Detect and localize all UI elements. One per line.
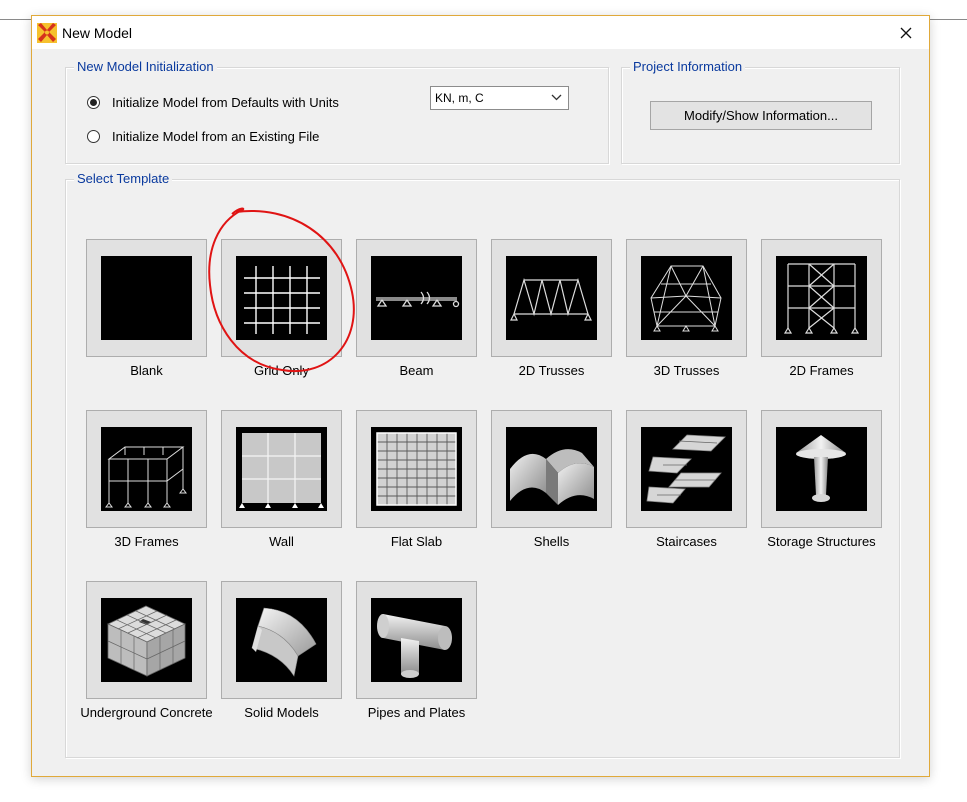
template-shells[interactable]: Shells xyxy=(491,410,612,581)
template-label: 2D Frames xyxy=(789,363,854,378)
template-label: Solid Models xyxy=(244,705,319,720)
units-dropdown[interactable]: KN, m, C xyxy=(430,86,569,110)
radio-label-existing: Initialize Model from an Existing File xyxy=(112,129,320,144)
template-button-staircases[interactable] xyxy=(626,410,747,528)
template-label: Wall xyxy=(269,534,294,549)
radio-button-existing[interactable] xyxy=(87,130,100,143)
template-label: Staircases xyxy=(656,534,717,549)
close-icon xyxy=(900,27,912,38)
units-dropdown-value: KN, m, C xyxy=(435,91,484,105)
template-staircases[interactable]: Staircases xyxy=(626,410,747,581)
group-legend-project: Project Information xyxy=(630,59,746,74)
template-button-storage-structures[interactable] xyxy=(761,410,882,528)
template-underground-concrete[interactable]: Underground Concrete xyxy=(80,581,213,752)
template-pipes-and-plates[interactable]: Pipes and Plates xyxy=(356,581,477,752)
template-flat-slab[interactable]: Flat Slab xyxy=(356,410,477,581)
radio-initialize-from-defaults[interactable]: Initialize Model from Defaults with Unit… xyxy=(87,95,339,110)
template-label: Pipes and Plates xyxy=(367,705,466,720)
template-button-pipes-and-plates[interactable] xyxy=(356,581,477,699)
blank-icon xyxy=(101,256,192,340)
radio-label-defaults: Initialize Model from Defaults with Unit… xyxy=(112,95,339,110)
modify-show-information-button[interactable]: Modify/Show Information... xyxy=(650,101,872,130)
beam-icon xyxy=(376,291,460,308)
3d-frames-icon xyxy=(105,446,187,508)
radio-button-defaults[interactable] xyxy=(87,96,100,109)
template-label: Flat Slab xyxy=(390,534,443,549)
group-legend-template: Select Template xyxy=(74,171,173,186)
2d-frames-icon xyxy=(783,263,860,334)
template-3d-trusses[interactable]: 3D Trusses xyxy=(626,239,747,410)
radio-initialize-from-existing-file[interactable]: Initialize Model from an Existing File xyxy=(87,129,319,144)
template-button-2d-trusses[interactable] xyxy=(491,239,612,357)
template-button-2d-frames[interactable] xyxy=(761,239,882,357)
template-blank[interactable]: Blank xyxy=(86,239,207,410)
template-button-solid-models[interactable] xyxy=(221,581,342,699)
wall-icon xyxy=(239,433,324,508)
2d-trusses-icon xyxy=(510,277,592,321)
template-button-wall[interactable] xyxy=(221,410,342,528)
chevron-down-icon xyxy=(551,94,562,101)
new-model-dialog: New Model New Model Initialization Initi… xyxy=(31,15,930,777)
project-information-group: Project Information Modify/Show Informat… xyxy=(621,59,900,164)
template-solid-models[interactable]: Solid Models xyxy=(221,581,342,752)
sap2000-app-icon xyxy=(37,23,57,43)
storage-structures-icon xyxy=(796,435,846,502)
template-button-grid-only[interactable] xyxy=(221,239,342,357)
grid-only-icon xyxy=(244,266,320,334)
template-label: 3D Frames xyxy=(114,534,179,549)
template-wall[interactable]: Wall xyxy=(221,410,342,581)
flat-slab-icon xyxy=(376,432,457,506)
template-label: Beam xyxy=(399,363,434,378)
shells-icon xyxy=(510,449,594,505)
template-label: 3D Trusses xyxy=(653,363,720,378)
template-button-3d-frames[interactable] xyxy=(86,410,207,528)
template-grid: Blank Grid Only Beam 2D Trusses 3D Truss… xyxy=(80,239,895,739)
template-label: Storage Structures xyxy=(767,534,876,549)
template-3d-frames[interactable]: 3D Frames xyxy=(86,410,207,581)
staircases-icon xyxy=(646,434,726,504)
close-button[interactable] xyxy=(883,16,929,49)
template-label: Shells xyxy=(533,534,570,549)
template-button-underground-concrete[interactable] xyxy=(86,581,207,699)
new-model-initialization-group: New Model Initialization Initialize Mode… xyxy=(65,59,609,164)
template-button-shells[interactable] xyxy=(491,410,612,528)
template-beam[interactable]: Beam xyxy=(356,239,477,410)
template-2d-frames[interactable]: 2D Frames xyxy=(761,239,882,410)
dialog-body: New Model Initialization Initialize Mode… xyxy=(32,49,929,776)
template-label: Blank xyxy=(130,363,163,378)
group-legend-initialization: New Model Initialization xyxy=(74,59,217,74)
template-button-blank[interactable] xyxy=(86,239,207,357)
3d-trusses-icon xyxy=(650,265,722,332)
solid-models-icon xyxy=(251,607,317,677)
template-2d-trusses[interactable]: 2D Trusses xyxy=(491,239,612,410)
template-grid-only[interactable]: Grid Only xyxy=(221,239,342,410)
template-button-3d-trusses[interactable] xyxy=(626,239,747,357)
underground-concrete-icon xyxy=(107,605,186,677)
window-title: New Model xyxy=(62,25,133,41)
template-label: 2D Trusses xyxy=(518,363,585,378)
template-label: Grid Only xyxy=(254,363,309,378)
template-storage-structures[interactable]: Storage Structures xyxy=(761,410,882,581)
template-button-flat-slab[interactable] xyxy=(356,410,477,528)
title-bar: New Model xyxy=(32,16,929,49)
pipes-and-plates-icon xyxy=(377,614,452,678)
template-button-beam[interactable] xyxy=(356,239,477,357)
template-label: Underground Concrete xyxy=(80,705,213,720)
